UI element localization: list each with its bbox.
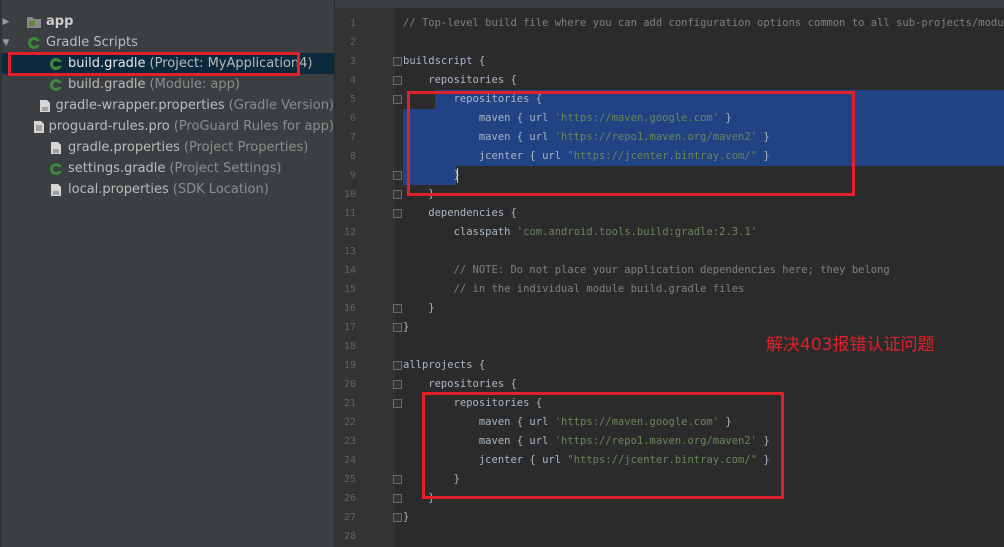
tree-node-label: app: [46, 14, 74, 29]
folder-icon: [26, 14, 42, 30]
file-name: settings.gradle: [68, 161, 166, 176]
properties-file-icon: [48, 182, 64, 198]
file-hint: (Gradle Version): [228, 98, 334, 113]
properties-file-icon: [39, 98, 52, 114]
line-number: 24: [343, 455, 356, 466]
file-name: build.gradle: [68, 77, 146, 92]
tree-item-build-gradle-module[interactable]: build.gradle (Module: app): [0, 74, 334, 95]
line-number: 15: [343, 284, 356, 295]
fold-marker-icon[interactable]: [393, 304, 402, 313]
tree-item-proguard-rules[interactable]: proguard-rules.pro (ProGuard Rules for a…: [0, 116, 334, 137]
code-line: allprojects {: [403, 359, 486, 371]
line-number: 9: [349, 170, 356, 181]
fold-marker-icon[interactable]: [393, 95, 402, 104]
code-line: }: [403, 321, 410, 333]
fold-marker-icon[interactable]: [393, 76, 402, 85]
fold-marker-icon[interactable]: [393, 399, 402, 408]
fold-marker-icon[interactable]: [393, 209, 402, 218]
code-line: // Top-level build file where you can ad…: [403, 17, 1004, 29]
fold-marker-icon[interactable]: [393, 171, 402, 180]
tree-item-local-properties[interactable]: local.properties (SDK Location): [0, 179, 334, 200]
gradle-icon: [48, 161, 64, 177]
file-hint: (Project Settings): [169, 161, 282, 176]
line-number: 13: [343, 246, 356, 257]
line-number: 10: [343, 189, 356, 200]
line-number: 22: [343, 417, 356, 428]
file-hint: (Module: app): [149, 77, 240, 92]
fold-marker-icon[interactable]: [393, 361, 402, 370]
code-line: dependencies {: [403, 207, 517, 219]
file-name: proguard-rules.pro: [48, 119, 170, 134]
line-number: 21: [343, 398, 356, 409]
file-hint: (ProGuard Rules for app): [173, 119, 334, 134]
line-number: 3: [349, 56, 356, 67]
line-number: 25: [343, 474, 356, 485]
line-number: 19: [343, 360, 356, 371]
line-number: 11: [343, 208, 356, 219]
fold-marker-icon[interactable]: [393, 494, 402, 503]
line-number: 16: [343, 303, 356, 314]
highlight-box-project-build-gradle: [8, 52, 300, 76]
line-number: 17: [343, 322, 356, 333]
code-line: classpath 'com.android.tools.build:gradl…: [403, 226, 758, 238]
fold-marker-icon[interactable]: [393, 475, 402, 484]
line-number: 4: [349, 75, 356, 86]
line-number: 6: [349, 113, 356, 124]
code-line: // in the individual module build.gradle…: [403, 283, 745, 295]
line-number: 7: [349, 132, 356, 143]
fold-marker-icon[interactable]: [393, 323, 402, 332]
fold-marker-icon[interactable]: [393, 513, 402, 522]
line-number: 27: [343, 512, 356, 523]
file-name: gradle-wrapper.properties: [55, 98, 225, 113]
code-line: buildscript {: [403, 55, 486, 67]
file-name: gradle.properties: [68, 140, 180, 155]
line-number: 2: [349, 37, 356, 48]
panel-edge: [0, 0, 2, 547]
tree-item-gradle-wrapper-properties[interactable]: gradle-wrapper.properties (Gradle Versio…: [0, 95, 334, 116]
tree-node-app[interactable]: ▶ app: [0, 11, 334, 32]
line-number: 20: [343, 379, 356, 390]
line-number: 23: [343, 436, 356, 447]
file-hint: (SDK Location): [172, 182, 269, 197]
highlight-box-allprojects-repositories: [422, 392, 784, 499]
properties-file-icon: [48, 140, 64, 156]
line-number: 18: [343, 341, 356, 352]
code-line: repositories {: [403, 74, 517, 86]
text-file-icon: [33, 119, 45, 135]
line-number: 8: [349, 151, 356, 162]
fold-marker-icon[interactable]: [393, 380, 402, 389]
tree-node-label: Gradle Scripts: [46, 35, 138, 50]
tree-item-settings-gradle[interactable]: settings.gradle (Project Settings): [0, 158, 334, 179]
gradle-icon: [48, 77, 64, 93]
fold-marker-icon[interactable]: [393, 57, 402, 66]
line-number: 1: [349, 18, 356, 29]
line-number: 12: [343, 227, 356, 238]
file-name: local.properties: [68, 182, 169, 197]
line-number: 26: [343, 493, 356, 504]
code-line: }: [403, 511, 410, 523]
line-number: 5: [349, 94, 356, 105]
project-tree-panel: ▶ app ▼ Gradle Scripts build.gradle (Pro…: [0, 0, 334, 547]
editor-tab-strip: [335, 0, 1004, 8]
gradle-icon: [26, 35, 42, 51]
annotation-text: 解决403报错认证问题: [766, 335, 935, 355]
highlight-box-buildscript-repositories: [407, 91, 855, 196]
code-line: // NOTE: Do not place your application d…: [403, 264, 890, 276]
file-hint: (Project Properties): [183, 140, 309, 155]
code-line: }: [403, 302, 435, 314]
line-number: 14: [343, 265, 356, 276]
fold-marker-icon[interactable]: [393, 190, 402, 199]
line-number: 28: [343, 531, 356, 542]
tree-item-gradle-properties[interactable]: gradle.properties (Project Properties): [0, 137, 334, 158]
tree-node-gradle-scripts[interactable]: ▼ Gradle Scripts: [0, 32, 334, 53]
